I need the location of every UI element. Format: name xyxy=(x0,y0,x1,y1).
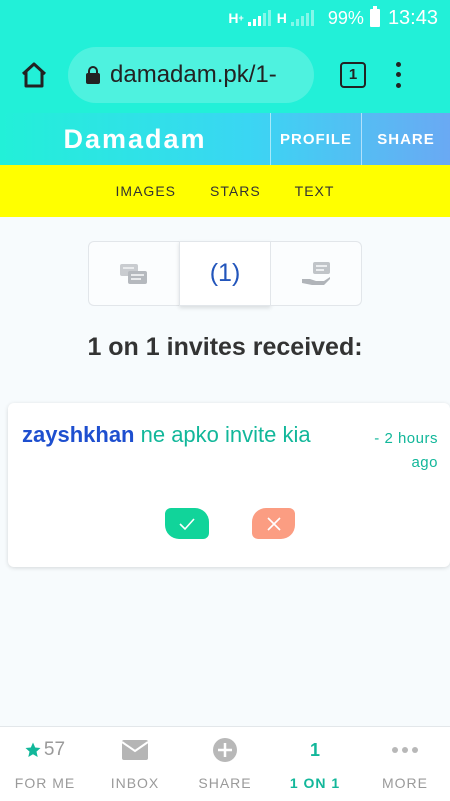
home-icon xyxy=(21,62,47,87)
network-type-2: H xyxy=(276,10,287,26)
bottom-nav-label: INBOX xyxy=(110,775,160,791)
nav-stars[interactable]: STARS xyxy=(193,183,278,199)
tab-switcher-button[interactable]: 1 xyxy=(340,61,366,88)
address-bar[interactable]: damadam.pk/1- xyxy=(68,46,314,103)
for-me-count: 57 xyxy=(25,737,65,763)
network-type-1-label: H xyxy=(228,10,239,26)
browser-menu-button[interactable] xyxy=(394,61,402,88)
tab-received-invites[interactable]: (1) xyxy=(179,241,271,306)
menu-dot-icon xyxy=(395,82,401,88)
share-icon-wrap xyxy=(212,737,238,763)
category-nav: IMAGES STARS TEXT xyxy=(0,165,450,217)
bottom-nav-label: MORE xyxy=(382,775,428,791)
for-me-count-value: 57 xyxy=(43,739,66,760)
signal-strength-2-icon xyxy=(290,10,314,26)
invite-card: zayshkhan ne apko invite kia - 2 hours a… xyxy=(8,403,450,567)
tab-sent-invites[interactable] xyxy=(88,241,179,306)
nav-text[interactable]: TEXT xyxy=(278,183,352,199)
bottom-nav-label: FOR ME xyxy=(14,775,76,791)
bottom-nav-1-on-1[interactable]: 1 1 ON 1 xyxy=(270,727,360,801)
url-text: damadam.pk/1- xyxy=(110,60,277,88)
plus-circle-icon xyxy=(213,738,237,762)
bottom-nav-inbox[interactable]: INBOX xyxy=(90,727,180,801)
check-icon xyxy=(179,517,195,530)
profile-button[interactable]: PROFILE xyxy=(270,113,361,165)
browser-toolbar: damadam.pk/1- 1 xyxy=(0,36,450,113)
tab-give-invite[interactable] xyxy=(271,241,362,306)
battery-percent: 99% xyxy=(327,7,364,28)
nav-images[interactable]: IMAGES xyxy=(99,183,193,199)
bottom-nav-share[interactable]: SHARE xyxy=(180,727,270,801)
header-share-button[interactable]: SHARE xyxy=(361,113,450,165)
invite-segment-control: (1) xyxy=(88,241,362,306)
more-icon-wrap xyxy=(392,737,418,763)
site-logo[interactable]: Damadam xyxy=(0,113,270,165)
signal-strength-icon xyxy=(247,10,271,26)
network-type-1-sup: + xyxy=(238,13,244,23)
menu-dot-icon xyxy=(395,72,401,77)
bottom-nav-for-me[interactable]: 57 FOR ME xyxy=(0,727,90,801)
bottom-nav-more[interactable]: MORE xyxy=(360,727,450,801)
network-type-1: H + xyxy=(228,10,243,26)
clock: 13:43 xyxy=(387,6,438,29)
accept-invite-button[interactable] xyxy=(165,508,209,539)
invite-time-ago: - 2 hours ago xyxy=(374,430,438,471)
page-title: 1 on 1 invites received: xyxy=(87,333,363,361)
envelope-icon xyxy=(121,740,149,760)
one-on-one-count: 1 xyxy=(309,739,320,760)
inbox-icon-wrap xyxy=(121,737,149,763)
invite-message: zayshkhan ne apko invite kia xyxy=(22,417,322,453)
star-icon xyxy=(25,742,41,757)
bottom-nav-label: SHARE xyxy=(198,775,252,791)
battery-icon xyxy=(369,6,380,27)
more-dots-icon xyxy=(392,747,418,753)
chat-messages-icon xyxy=(120,263,147,284)
reject-invite-button[interactable] xyxy=(252,508,295,539)
site-header: Damadam PROFILE SHARE xyxy=(0,113,450,165)
bottom-nav-label: 1 ON 1 xyxy=(289,775,341,791)
status-bar: H + H 99% 13:43 xyxy=(0,0,450,36)
close-icon xyxy=(266,516,281,531)
hand-message-icon xyxy=(302,261,330,285)
lock-icon xyxy=(86,65,100,84)
bottom-navigation: 57 FOR ME INBOX SHARE 1 1 ON 1 MORE xyxy=(0,726,450,801)
menu-dot-icon xyxy=(395,61,401,67)
invite-username[interactable]: zayshkhan xyxy=(22,422,135,447)
home-button[interactable] xyxy=(10,51,58,99)
invite-message-text: ne apko invite kia xyxy=(134,422,311,447)
